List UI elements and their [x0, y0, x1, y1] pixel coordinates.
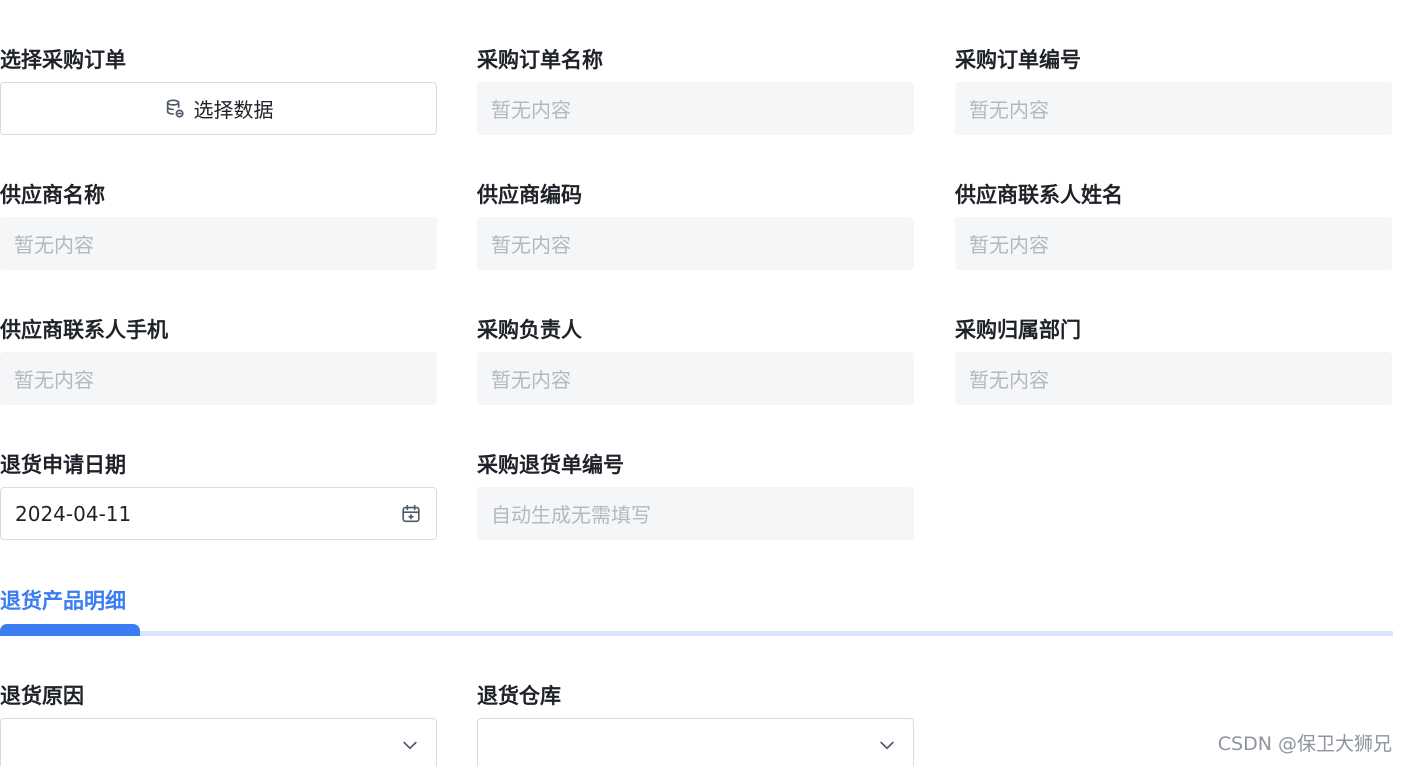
- supplier-contact-name-placeholder: 暂无内容: [969, 233, 1049, 257]
- return-date-picker[interactable]: 2024-04-11: [0, 487, 437, 540]
- supplier-name-label: 供应商名称: [0, 183, 105, 207]
- supplier-code-field: 暂无内容: [477, 217, 914, 270]
- order-number-placeholder: 暂无内容: [969, 98, 1049, 122]
- return-order-number-field: 自动生成无需填写: [477, 487, 914, 540]
- return-date-value: 2024-04-11: [15, 501, 132, 526]
- order-number-field: 暂无内容: [955, 82, 1392, 135]
- purchase-owner-placeholder: 暂无内容: [491, 368, 571, 392]
- order-name-label: 采购订单名称: [477, 48, 603, 72]
- return-warehouse-select[interactable]: [477, 718, 914, 766]
- section-divider-accent: [0, 624, 140, 636]
- return-products-section-title: 退货产品明细: [0, 589, 126, 613]
- return-date-label: 退货申请日期: [0, 453, 126, 477]
- supplier-contact-phone-field: 暂无内容: [0, 352, 437, 405]
- chevron-down-icon: [403, 741, 417, 750]
- purchase-department-field: 暂无内容: [955, 352, 1392, 405]
- csdn-watermark: CSDN @保卫大狮兄: [1217, 733, 1392, 755]
- supplier-code-label: 供应商编码: [477, 183, 582, 207]
- supplier-contact-phone-label: 供应商联系人手机: [0, 318, 168, 342]
- section-divider-track: [0, 631, 1393, 636]
- order-name-field: 暂无内容: [477, 82, 914, 135]
- purchase-department-label: 采购归属部门: [955, 318, 1081, 342]
- purchase-department-placeholder: 暂无内容: [969, 368, 1049, 392]
- return-order-number-label: 采购退货单编号: [477, 453, 624, 477]
- calendar-icon[interactable]: [400, 503, 422, 525]
- section-divider: [0, 624, 1393, 637]
- supplier-name-field: 暂无内容: [0, 217, 437, 270]
- purchase-owner-field: 暂无内容: [477, 352, 914, 405]
- supplier-contact-name-label: 供应商联系人姓名: [955, 183, 1123, 207]
- supplier-contact-phone-placeholder: 暂无内容: [14, 368, 94, 392]
- supplier-code-placeholder: 暂无内容: [491, 233, 571, 257]
- supplier-name-placeholder: 暂无内容: [14, 233, 94, 257]
- chevron-down-icon: [880, 741, 894, 750]
- return-reason-select[interactable]: [0, 718, 437, 766]
- select-data-button[interactable]: 选择数据: [0, 82, 437, 135]
- return-warehouse-label: 退货仓库: [477, 684, 561, 708]
- return-order-number-placeholder: 自动生成无需填写: [491, 503, 651, 527]
- supplier-contact-name-field: 暂无内容: [955, 217, 1392, 270]
- select-purchase-order-label: 选择采购订单: [0, 48, 126, 72]
- order-number-label: 采购订单编号: [955, 48, 1081, 72]
- return-reason-label: 退货原因: [0, 684, 84, 708]
- order-name-placeholder: 暂无内容: [491, 98, 571, 122]
- purchase-owner-label: 采购负责人: [477, 318, 582, 342]
- database-icon: [166, 98, 184, 118]
- select-data-button-label: 选择数据: [193, 98, 274, 122]
